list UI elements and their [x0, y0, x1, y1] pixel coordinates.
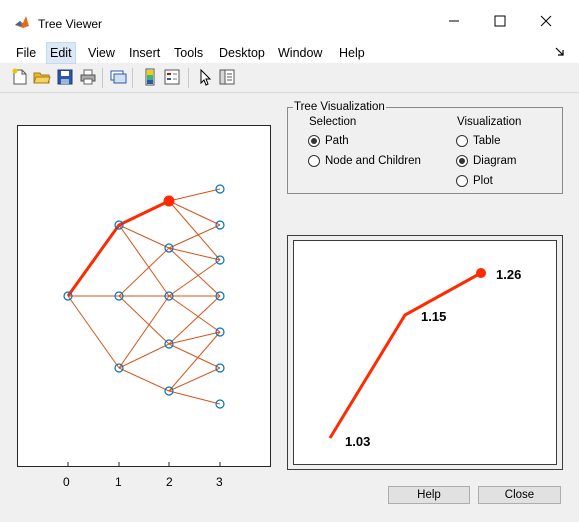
help-button[interactable]: Help — [388, 486, 470, 504]
path-end-marker — [476, 268, 486, 278]
path-line — [328, 271, 482, 439]
path-diagram — [328, 268, 486, 439]
path-value-2: 1.26 — [496, 267, 522, 282]
close-button[interactable]: Close — [478, 486, 561, 504]
path-value-1: 1.15 — [421, 309, 447, 324]
path-value-0: 1.03 — [345, 434, 371, 449]
